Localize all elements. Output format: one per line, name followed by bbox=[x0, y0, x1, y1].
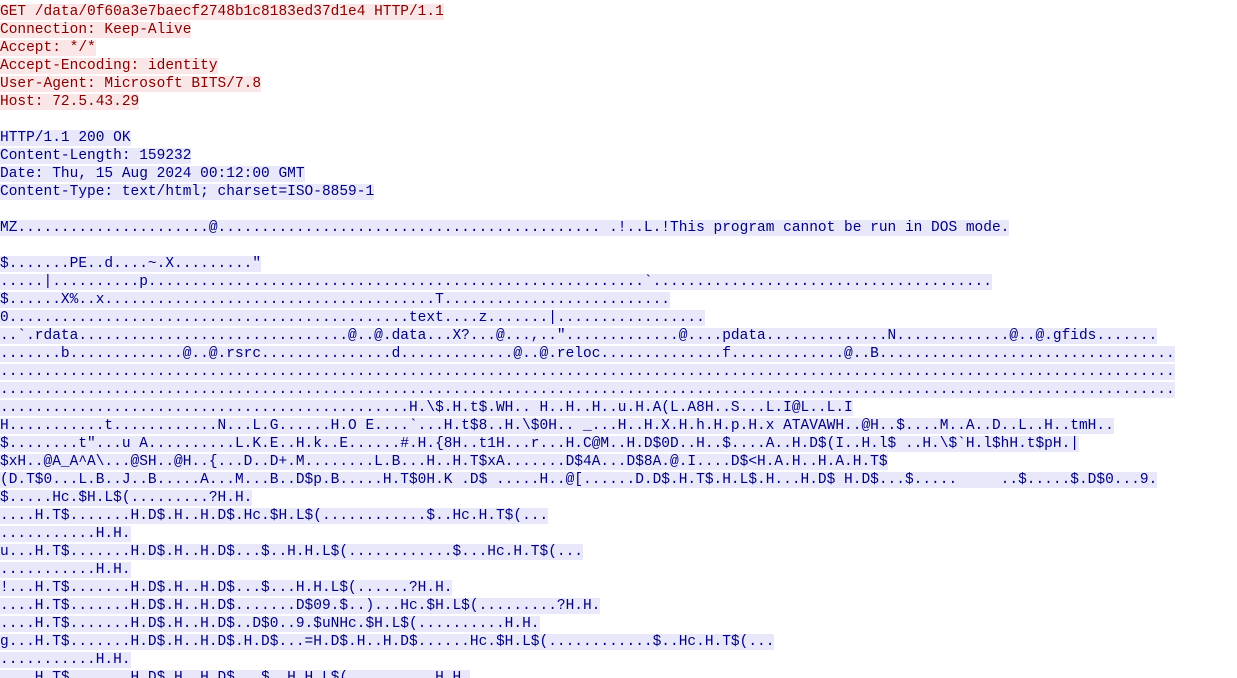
response-body-text: H...........t............N...L.G......H.… bbox=[0, 418, 1114, 434]
response-body-line: ..`.rdata...............................… bbox=[0, 327, 1237, 345]
response-body-text: $xH..@A_A^A\...@SH..@H..{...D..D+.M.....… bbox=[0, 454, 888, 470]
response-body-text: ..`.rdata...............................… bbox=[0, 328, 1158, 344]
response-body-line: $xH..@A_A^A\...@SH..@H..{...D..D+.M.....… bbox=[0, 453, 1237, 471]
response-body-text: $.......PE..d....~.X........." bbox=[0, 256, 262, 272]
response-body-line: ........................................… bbox=[0, 363, 1237, 381]
response-body-text: (D.T$0...L.B..J..B.....A...M...B..D$p.B.… bbox=[0, 472, 1158, 488]
response-body-line: $......X%..x............................… bbox=[0, 291, 1237, 309]
response-body-text: 0.......................................… bbox=[0, 310, 705, 326]
response-body-line: ........................................… bbox=[0, 381, 1237, 399]
request-header-line: Host: 72.5.43.29 bbox=[0, 94, 140, 110]
response-body-text: ....H.T$.......H.D$.H..H.D$...$..H.H.L$(… bbox=[0, 670, 470, 678]
response-body-text: ........................................… bbox=[0, 382, 1175, 398]
response-body-line: .....|..........p.......................… bbox=[0, 273, 1237, 291]
response-body: MZ......................@...............… bbox=[0, 219, 1237, 678]
response-body-line: ...........H.H. bbox=[0, 651, 1237, 669]
request-line: GET /data/0f60a3e7baecf2748b1c8183ed37d1… bbox=[0, 4, 444, 20]
response-header-line: Content-Length: 159232 bbox=[0, 148, 192, 164]
response-body-line: g...H.T$.......H.D$.H..H.D$.H.D$...=H.D$… bbox=[0, 633, 1237, 651]
response-body-line: MZ......................@...............… bbox=[0, 219, 1237, 237]
response-body-line: (D.T$0...L.B..J..B.....A...M...B..D$p.B.… bbox=[0, 471, 1237, 489]
response-body-line: ....H.T$.......H.D$.H..H.D$.......D$09.$… bbox=[0, 597, 1237, 615]
response-body-text: $........t"...u A..........L.K.E..H.k..E… bbox=[0, 436, 1079, 452]
response-header-line: Date: Thu, 15 Aug 2024 00:12:00 GMT bbox=[0, 166, 305, 182]
request-header-line: Connection: Keep-Alive bbox=[0, 22, 192, 38]
response-header-line: Content-Type: text/html; charset=ISO-885… bbox=[0, 184, 375, 200]
response-body-text: ...........H.H. bbox=[0, 652, 131, 668]
response-body-text: ....H.T$.......H.D$.H..H.D$.Hc.$H.L$(...… bbox=[0, 508, 549, 524]
response-body-line: H...........t............N...L.G......H.… bbox=[0, 417, 1237, 435]
request-header-line: Accept: */* bbox=[0, 40, 96, 56]
response-body-text: $.....Hc.$H.L$(.........?H.H. bbox=[0, 490, 253, 506]
response-body-text: ....H.T$.......H.D$.H..H.D$..D$0..9.$uNH… bbox=[0, 616, 540, 632]
response-body-line: $.....Hc.$H.L$(.........?H.H. bbox=[0, 489, 1237, 507]
response-body-line: ....H.T$.......H.D$.H..H.D$..D$0..9.$uNH… bbox=[0, 615, 1237, 633]
response-body-text: ...........H.H. bbox=[0, 562, 131, 578]
tcp-stream-view[interactable]: GET /data/0f60a3e7baecf2748b1c8183ed37d1… bbox=[0, 0, 1237, 678]
response-body-line: .......b.............@..@.rsrc..........… bbox=[0, 345, 1237, 363]
response-body-line: $........t"...u A..........L.K.E..H.k..E… bbox=[0, 435, 1237, 453]
response-body-text: .....|..........p.......................… bbox=[0, 274, 992, 290]
response-body-line: u...H.T$.......H.D$.H..H.D$...$..H.H.L$(… bbox=[0, 543, 1237, 561]
response-body-line bbox=[0, 237, 1237, 255]
response-body-text: ...........H.H. bbox=[0, 526, 131, 542]
response-body-line: ...........H.H. bbox=[0, 561, 1237, 579]
request-header-line: Accept-Encoding: identity bbox=[0, 58, 218, 74]
response-body-text: ....H.T$.......H.D$.H..H.D$.......D$09.$… bbox=[0, 598, 601, 614]
response-body-text: .......b.............@..@.rsrc..........… bbox=[0, 346, 1175, 362]
response-body-line: 0.......................................… bbox=[0, 309, 1237, 327]
response-body-line: !...H.T$.......H.D$.H..H.D$...$...H.H.L$… bbox=[0, 579, 1237, 597]
response-body-line: ....H.T$.......H.D$.H..H.D$.Hc.$H.L$(...… bbox=[0, 507, 1237, 525]
response-body-text: ........................................… bbox=[0, 364, 1175, 380]
response-body-text: g...H.T$.......H.D$.H..H.D$.H.D$...=H.D$… bbox=[0, 634, 775, 650]
response-body-line: $.......PE..d....~.X........." bbox=[0, 255, 1237, 273]
response-status-line: HTTP/1.1 200 OK bbox=[0, 130, 131, 146]
request-header-line: User-Agent: Microsoft BITS/7.8 bbox=[0, 76, 262, 92]
response-body-text: $......X%..x............................… bbox=[0, 292, 671, 308]
response-body-line: ........................................… bbox=[0, 399, 1237, 417]
response-body-line: ...........H.H. bbox=[0, 525, 1237, 543]
response-body-text: MZ......................@...............… bbox=[0, 220, 1010, 236]
response-body-text: !...H.T$.......H.D$.H..H.D$...$...H.H.L$… bbox=[0, 580, 453, 596]
response-body-text: u...H.T$.......H.D$.H..H.D$...$..H.H.L$(… bbox=[0, 544, 583, 560]
response-body-text: ........................................… bbox=[0, 400, 853, 416]
response-body-line: ....H.T$.......H.D$.H..H.D$...$..H.H.L$(… bbox=[0, 669, 1237, 678]
